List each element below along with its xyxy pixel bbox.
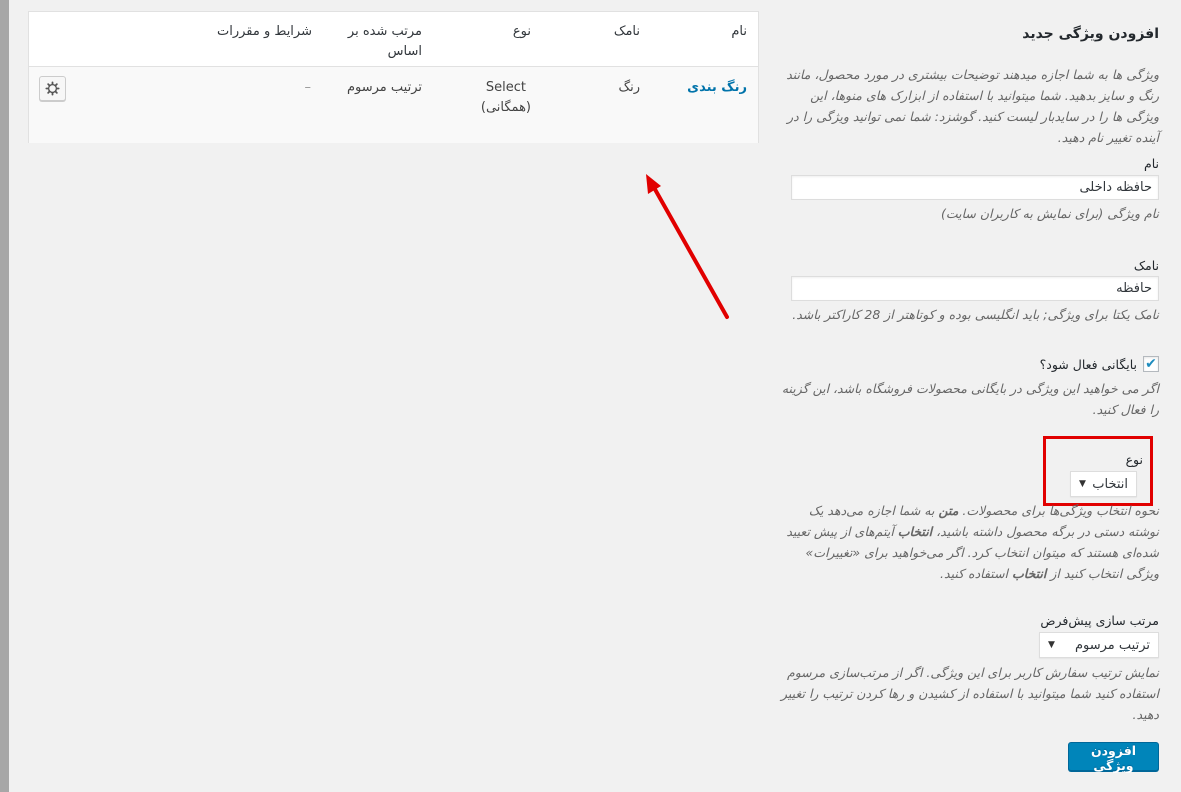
- ordering-select-value: ترتیب مرسوم: [1074, 637, 1150, 653]
- archive-option: ✔ بایگانی فعال شود؟: [1040, 356, 1159, 372]
- attribute-type-scope: (همگانی): [480, 100, 531, 115]
- attribute-order-by: ترتیب مرسوم: [346, 80, 422, 95]
- column-header-order-by: مرتب شده بر اساس: [347, 24, 422, 59]
- table-header: نام نامک نوع مرتب شده بر اساس شرایط و مق…: [29, 12, 758, 67]
- attribute-slug: رنگ: [618, 80, 640, 95]
- configure-terms-button[interactable]: [39, 76, 66, 101]
- type-select-value: انتخاب: [1092, 476, 1128, 492]
- form-title: افزودن ویژگی جدید: [1022, 26, 1159, 42]
- slug-input[interactable]: [791, 276, 1159, 301]
- type-hint: نحوه انتخاب ویژگی‌ها برای محصولات. متن ب…: [777, 500, 1159, 584]
- check-icon: ✔: [1145, 356, 1157, 372]
- type-hint-select-keyword-2: انتخاب: [1012, 566, 1047, 581]
- annotation-arrow: [646, 174, 729, 319]
- name-label: نام: [1143, 156, 1159, 171]
- type-hint-text-keyword: متن: [938, 503, 959, 518]
- dropdown-arrow-icon: ▼: [1079, 479, 1086, 489]
- column-header-slug: نامک: [613, 24, 640, 39]
- name-hint: نام ویژگی (برای نمایش به کاربران سایت): [940, 206, 1159, 221]
- archive-label: بایگانی فعال شود؟: [1039, 356, 1137, 372]
- type-label: نوع: [1125, 452, 1143, 467]
- archive-checkbox[interactable]: ✔: [1143, 356, 1159, 372]
- attribute-terms: –: [304, 80, 312, 95]
- form-intro: ویژگی ها به شما اجازه میدهند توضیحات بیش…: [786, 67, 1159, 145]
- add-attribute-button[interactable]: افزودن ویژگی: [1068, 742, 1159, 773]
- column-header-type: نوع: [512, 24, 531, 39]
- ordering-label: مرتب سازی پیش‌فرض: [1040, 613, 1159, 628]
- gear-icon: [45, 81, 60, 96]
- attributes-table: نام نامک نوع مرتب شده بر اساس شرایط و مق…: [28, 11, 759, 143]
- admin-sidebar-edge: [0, 0, 9, 792]
- name-input[interactable]: [791, 175, 1159, 200]
- column-header-name[interactable]: نام: [731, 22, 747, 42]
- attribute-type-value: Select: [485, 80, 526, 95]
- column-header-terms: شرایط و مقررات: [216, 24, 312, 39]
- ordering-select[interactable]: ترتیب مرسوم ▼: [1039, 632, 1159, 658]
- type-hint-select-keyword: انتخاب: [897, 524, 933, 539]
- type-hint-part-1: نحوه انتخاب ویژگی‌ها برای محصولات.: [962, 503, 1159, 518]
- dropdown-arrow-icon: ▼: [1048, 640, 1055, 650]
- attribute-type: Select (همگانی): [481, 78, 531, 118]
- archive-hint: اگر می خواهید این ویژگی در بایگانی محصول…: [781, 381, 1159, 417]
- ordering-hint: نمایش ترتیب سفارش کاربر برای این ویژگی. …: [781, 665, 1159, 722]
- attribute-name-link[interactable]: رنگ بندی: [687, 78, 747, 98]
- add-attribute-form: افزودن ویژگی جدید ویژگی ها به شما اجازه …: [779, 0, 1159, 792]
- type-select[interactable]: انتخاب ▼: [1070, 471, 1137, 497]
- slug-hint: نامک یکتا برای ویژگی; باید انگلیسی بوده …: [792, 307, 1159, 322]
- type-hint-part-4: استفاده کنید.: [940, 566, 1009, 581]
- slug-label: نامک: [1133, 258, 1159, 273]
